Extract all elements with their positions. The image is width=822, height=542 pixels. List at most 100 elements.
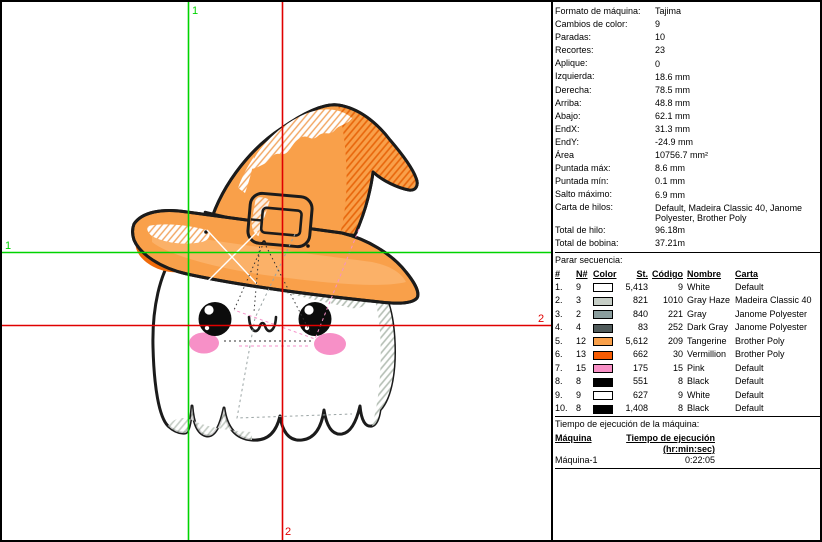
cell-nombre: Gray Haze	[683, 294, 735, 308]
guide-label-red-bottom: 2	[285, 526, 291, 538]
cell-color	[593, 375, 618, 389]
cell-stitches: 662	[618, 348, 648, 362]
info-value: Default, Madeira Classic 40, Janome Poly…	[655, 201, 820, 223]
cell-nombre: Dark Gray	[683, 321, 735, 335]
info-value: Tajima	[655, 5, 820, 18]
machine-time-header: Máquina Tiempo de ejecución	[555, 431, 820, 444]
stop-sequence-row: 8.85518BlackDefault	[555, 375, 820, 389]
cell-needle: 2	[576, 308, 593, 322]
machine-col-header: Máquina	[555, 433, 613, 444]
cell-needle: 12	[576, 335, 593, 349]
cell-num: 8.	[555, 375, 576, 389]
info-row: Abajo:62.1 mm	[555, 110, 820, 123]
cell-num: 3.	[555, 308, 576, 322]
info-row: Formato de máquina:Tajima	[555, 5, 820, 18]
machine-time-subheader: (hr:min:sec)	[555, 444, 820, 454]
cell-nombre: Black	[683, 375, 735, 389]
cell-num: 6.	[555, 348, 576, 362]
cell-stitches: 821	[618, 294, 648, 308]
cell-num: 9.	[555, 389, 576, 403]
stop-sequence-row: 4.483252Dark GrayJanome Polyester	[555, 321, 820, 335]
info-row: Aplique:0	[555, 57, 820, 70]
cell-needle: 9	[576, 281, 593, 295]
col-header-n: N#	[576, 267, 593, 281]
col-header-num: #	[555, 267, 576, 281]
info-label: Paradas:	[555, 31, 655, 44]
info-label: Formato de máquina:	[555, 5, 655, 18]
cell-codigo: 8	[648, 375, 683, 389]
design-canvas: 1 1 2 2	[2, 2, 551, 540]
cell-carta: Default	[735, 402, 820, 416]
info-value: 37.21m	[655, 237, 820, 250]
info-value: 18.6 mm	[655, 70, 820, 83]
info-label: Carta de hilos:	[555, 201, 655, 223]
cell-stitches: 83	[618, 321, 648, 335]
info-value: 10	[655, 31, 820, 44]
machine-time: 0:22:05	[613, 454, 715, 467]
cell-nombre: Pink	[683, 362, 735, 376]
embroidery-design: 1 1 2 2	[2, 2, 551, 540]
info-label: Salto máximo:	[555, 188, 655, 201]
cell-color	[593, 402, 618, 416]
info-value: 23	[655, 44, 820, 57]
info-label: Puntada mín:	[555, 175, 655, 188]
cell-codigo: 9	[648, 281, 683, 295]
info-row: Total de hilo:96.18m	[555, 224, 820, 237]
cell-stitches: 175	[618, 362, 648, 376]
info-value: 78.5 mm	[655, 84, 820, 97]
machine-time-row: Máquina-10:22:05	[555, 454, 820, 468]
color-swatch	[593, 391, 613, 400]
cell-num: 10.	[555, 402, 576, 416]
info-row: Carta de hilos:Default, Madeira Classic …	[555, 201, 820, 223]
cell-needle: 9	[576, 389, 593, 403]
info-row: Puntada mín:0.1 mm	[555, 175, 820, 188]
stop-sequence-row: 6.1366230VermillionBrother Poly	[555, 348, 820, 362]
info-value: 48.8 mm	[655, 97, 820, 110]
info-row: Cambios de color:9	[555, 18, 820, 31]
cell-needle: 8	[576, 402, 593, 416]
machine-name: Máquina-1	[555, 454, 613, 467]
cell-color	[593, 308, 618, 322]
cell-carta: Default	[735, 362, 820, 376]
guide-label-green-left: 1	[5, 240, 11, 252]
info-row: Área10756.7 mm²	[555, 149, 820, 162]
cell-color	[593, 281, 618, 295]
cell-stitches: 1,408	[618, 402, 648, 416]
cell-codigo: 15	[648, 362, 683, 376]
color-swatch	[593, 337, 613, 346]
color-swatch	[593, 405, 613, 414]
info-label: Cambios de color:	[555, 18, 655, 31]
cell-nombre: White	[683, 281, 735, 295]
info-value: -24.9 mm	[655, 136, 820, 149]
info-label: Arriba:	[555, 97, 655, 110]
info-row: EndY:-24.9 mm	[555, 136, 820, 149]
cell-needle: 3	[576, 294, 593, 308]
cell-color	[593, 321, 618, 335]
cell-num: 1.	[555, 281, 576, 295]
info-value: 6.9 mm	[655, 188, 820, 201]
info-row: Paradas:10	[555, 31, 820, 44]
info-label: Total de bobina:	[555, 237, 655, 250]
info-label: Total de hilo:	[555, 224, 655, 237]
hat-buckle	[247, 192, 313, 247]
left-eye	[199, 302, 232, 336]
cell-carta: Default	[735, 375, 820, 389]
info-value: 96.18m	[655, 224, 820, 237]
info-row: Arriba:48.8 mm	[555, 97, 820, 110]
machine-time-rows: Máquina-10:22:05	[555, 454, 820, 468]
cell-stitches: 5,413	[618, 281, 648, 295]
time-col-header: Tiempo de ejecución	[613, 433, 715, 444]
info-value: 0.1 mm	[655, 175, 820, 188]
info-value: 9	[655, 18, 820, 31]
info-value: 62.1 mm	[655, 110, 820, 123]
stop-sequence-row: 1.95,4139WhiteDefault	[555, 281, 820, 295]
cell-carta: Janome Polyester	[735, 321, 820, 335]
info-value: 0	[655, 57, 820, 70]
cell-codigo: 1010	[648, 294, 683, 308]
cell-nombre: Black	[683, 402, 735, 416]
col-header-nombre: Nombre	[683, 267, 735, 281]
info-row: Derecha:78.5 mm	[555, 84, 820, 97]
cell-color	[593, 294, 618, 308]
color-swatch	[593, 297, 613, 306]
cell-stitches: 5,612	[618, 335, 648, 349]
